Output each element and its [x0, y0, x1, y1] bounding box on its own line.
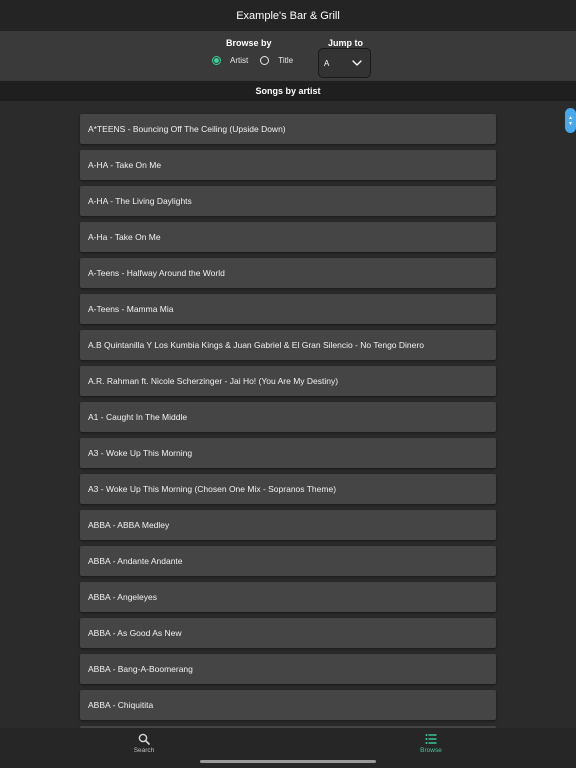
song-row[interactable]: A-Ha - Take On Me	[80, 222, 496, 252]
search-icon	[138, 733, 150, 745]
song-title: A1 - Caught In The Middle	[88, 412, 188, 422]
song-row[interactable]: A.R. Rahman ft. Nicole Scherzinger - Jai…	[80, 366, 496, 396]
tab-search[interactable]: Search	[114, 733, 174, 754]
song-row[interactable]: A3 - Woke Up This Morning (Chosen One Mi…	[80, 474, 496, 504]
song-title: A-HA - The Living Daylights	[88, 196, 192, 206]
song-title: A-Teens - Mamma Mia	[88, 304, 174, 314]
radio-selected-dot	[214, 58, 219, 63]
song-title: ABBA - Andante Andante	[88, 556, 183, 566]
song-title: A*TEENS - Bouncing Off The Ceiling (Upsi…	[88, 124, 286, 134]
song-row[interactable]: ABBA - Andante Andante	[80, 546, 496, 576]
song-row[interactable]: ABBA - Bang-A-Boomerang	[80, 654, 496, 684]
song-title: ABBA - As Good As New	[88, 628, 182, 638]
app-header: Example's Bar & Grill	[0, 0, 576, 31]
songs-list-title: Songs by artist	[255, 86, 321, 96]
tab-search-label: Search	[133, 747, 155, 754]
screen: Example's Bar & Grill Browse by Artist T…	[0, 0, 576, 768]
song-title: A3 - Woke Up This Morning	[88, 448, 193, 458]
song-title: A-HA - Take On Me	[88, 160, 162, 170]
song-title: A3 - Woke Up This Morning (Chosen One Mi…	[88, 484, 337, 494]
home-indicator	[200, 760, 376, 763]
song-title: A-Teens - Halfway Around the World	[88, 268, 225, 278]
scroll-index-handle[interactable]: ▲ ▼	[565, 108, 576, 133]
app-title: Example's Bar & Grill	[236, 9, 340, 22]
song-row[interactable]: A1 - Caught In The Middle	[80, 402, 496, 432]
song-row[interactable]: A-Teens - Halfway Around the World	[80, 258, 496, 288]
song-title: A.R. Rahman ft. Nicole Scherzinger - Jai…	[88, 376, 339, 386]
song-row[interactable]: A3 - Woke Up This Morning	[80, 438, 496, 468]
song-title: ABBA - Chiquitita	[88, 700, 154, 710]
jump-to-value: A	[324, 58, 330, 68]
song-row[interactable]: A.B Quintanilla Y Los Kumbia Kings & Jua…	[80, 330, 496, 360]
song-row[interactable]: A*TEENS - Bouncing Off The Ceiling (Upsi…	[80, 114, 496, 144]
chevron-down-icon: ▼	[568, 120, 573, 127]
song-row[interactable]: ABBA - Angeleyes	[80, 582, 496, 612]
song-row[interactable]: A-HA - The Living Daylights	[80, 186, 496, 216]
jump-to-select[interactable]: A	[318, 48, 371, 78]
song-row[interactable]: ABBA - As Good As New	[80, 618, 496, 648]
song-row[interactable]: ABBA - Chiquitita	[80, 690, 496, 720]
browse-by-options: Artist Title	[212, 56, 305, 65]
song-row[interactable]: ABBA - ABBA Medley	[80, 510, 496, 540]
chevron-down-icon	[352, 60, 362, 66]
song-title: ABBA - ABBA Medley	[88, 520, 170, 530]
song-title: A.B Quintanilla Y Los Kumbia Kings & Jua…	[88, 340, 424, 350]
song-row[interactable]: A-HA - Take On Me	[80, 150, 496, 180]
tab-browse-label: Browse	[420, 747, 442, 754]
song-title: ABBA - Bang-A-Boomerang	[88, 664, 193, 674]
songs-list-header: Songs by artist	[0, 81, 576, 101]
song-title: A-Ha - Take On Me	[88, 232, 161, 242]
browse-controls: Browse by Artist Title Jump to A	[0, 31, 576, 81]
title-radio[interactable]	[260, 56, 270, 65]
song-row[interactable]: A-Teens - Mamma Mia	[80, 294, 496, 324]
tab-browse[interactable]: Browse	[401, 733, 461, 754]
browse-by-label: Browse by	[226, 38, 272, 48]
artist-radio[interactable]	[212, 56, 221, 65]
song-title: ABBA - Angeleyes	[88, 592, 157, 602]
artist-radio-label[interactable]: Artist	[230, 56, 248, 65]
list-icon	[425, 734, 437, 744]
jump-to-label: Jump to	[328, 38, 363, 48]
title-radio-label[interactable]: Title	[278, 56, 293, 65]
